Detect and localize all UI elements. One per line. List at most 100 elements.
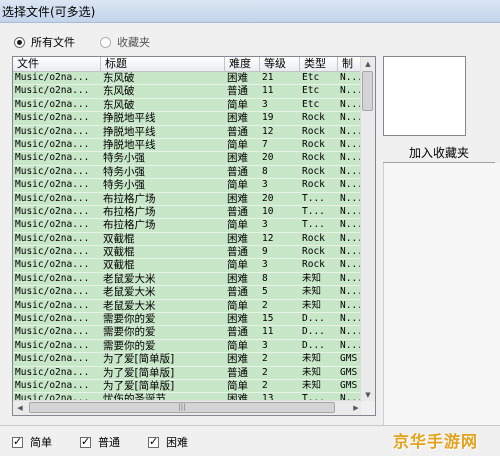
table-cell: Music/o2na...	[15, 286, 90, 298]
table-row[interactable]: Music/o2na... 挣脱地平线 困难 19 Rock N...	[13, 112, 363, 126]
col-header-title[interactable]: 标题	[101, 57, 225, 71]
scroll-down-icon[interactable]: ▼	[361, 388, 375, 402]
table-row[interactable]: Music/o2na... 双截棍 简单 3 Rock N...	[13, 259, 363, 273]
table-cell: T...	[302, 219, 325, 231]
table-row[interactable]: Music/o2na... 挣脱地平线 普通 12 Rock N...	[13, 125, 363, 139]
list-rows: Music/o2na... 东风破 困难 21 Etc N... Music/o2na...…	[13, 72, 363, 402]
table-cell: 简单	[227, 219, 248, 232]
radio-dot[interactable]	[14, 36, 25, 48]
table-cell: Rock	[302, 259, 325, 271]
table-cell: Music/o2na...	[15, 353, 90, 365]
table-row[interactable]: Music/o2na... 为了爱[简单版] 普通 2 未知 GMS	[13, 366, 363, 380]
table-cell: 挣脱地平线	[103, 112, 156, 125]
col-header-file[interactable]: 文件	[13, 57, 101, 71]
table-row[interactable]: Music/o2na... 特务小强 困难 20 Rock N...	[13, 152, 363, 166]
table-cell: Music/o2na...	[15, 299, 90, 311]
table-row[interactable]: Music/o2na... 为了爱[简单版] 简单 2 未知 GMS	[13, 379, 363, 394]
filter-normal[interactable]: 普通	[80, 434, 120, 450]
table-row[interactable]: Music/o2na... 双截棍 普通 9 Rock N...	[13, 246, 363, 260]
table-row[interactable]: Music/o2na... 布拉格广场 普通 10 T... N...	[13, 205, 363, 220]
table-cell: 未知	[302, 353, 322, 365]
table-row[interactable]: Music/o2na... 布拉格广场 简单 3 T... N...	[13, 219, 363, 233]
table-cell: Music/o2na...	[15, 339, 90, 351]
horizontal-scroll-thumb[interactable]: |||	[29, 402, 335, 413]
table-cell: 困难	[227, 112, 248, 125]
table-cell: 未知	[302, 286, 322, 298]
table-cell: Rock	[302, 125, 325, 137]
table-cell: 困难	[227, 353, 248, 366]
radio-favorites[interactable]: 收藏夹	[100, 34, 150, 50]
table-cell: 3	[262, 219, 268, 231]
table-cell: D...	[302, 326, 325, 338]
table-cell: 需要你的爱	[103, 339, 156, 352]
table-row[interactable]: Music/o2na... 需要你的爱 困难 15 D... N...	[13, 313, 363, 327]
checkbox-hard[interactable]	[148, 435, 159, 448]
table-row[interactable]: Music/o2na... 需要你的爱 简单 3 D... N...	[13, 339, 363, 354]
add-to-favorites-button[interactable]: 加入收藏夹	[383, 142, 495, 162]
table-cell: 3	[262, 98, 268, 110]
scroll-up-icon[interactable]: ▲	[361, 57, 375, 71]
table-cell: 3	[262, 339, 268, 351]
table-cell: Rock	[302, 112, 325, 124]
radio-favorites-label: 收藏夹	[117, 36, 150, 49]
filter-easy[interactable]: 简单	[12, 434, 52, 450]
table-cell: 20	[262, 192, 274, 204]
table-cell: 东风破	[103, 98, 135, 111]
file-list[interactable]: 文件 标题 难度 等级 类型 制作 Music/o2na...东风破困难21Et…	[12, 56, 376, 416]
table-row[interactable]: Music/o2na... 东风破 普通 11 Etc N...	[13, 85, 363, 99]
checkbox-easy[interactable]	[12, 435, 23, 448]
table-cell: Music/o2na...	[15, 313, 90, 325]
table-row[interactable]: Music/o2na... 特务小强 简单 3 Rock N...	[13, 179, 363, 193]
table-cell: 2	[262, 353, 268, 365]
table-cell: 困难	[227, 72, 248, 84]
table-cell: 普通	[227, 205, 248, 218]
table-row[interactable]: Music/o2na... 挣脱地平线 简单 7 Rock N...	[13, 138, 363, 153]
table-cell: 普通	[227, 165, 248, 178]
table-row[interactable]: Music/o2na... 东风破 简单 3 Etc N...	[13, 98, 363, 113]
table-cell: 2	[262, 379, 268, 391]
vertical-scroll-thumb[interactable]	[362, 71, 373, 111]
radio-all-files[interactable]: 所有文件	[14, 34, 75, 50]
favorites-list[interactable]	[383, 163, 500, 425]
table-row[interactable]: Music/o2na... 布拉格广场 困难 20 T... N...	[13, 192, 363, 206]
table-row[interactable]: Music/o2na... 老鼠爱大米 简单 2 未知 N...	[13, 299, 363, 314]
table-cell: 简单	[227, 98, 248, 111]
table-row[interactable]: Music/o2na... 特务小强 普通 8 Rock N...	[13, 165, 363, 180]
table-cell: Music/o2na...	[15, 98, 90, 110]
table-row[interactable]: Music/o2na... 为了爱[简单版] 困难 2 未知 GMS	[13, 353, 363, 367]
table-cell: Music/o2na...	[15, 125, 90, 137]
horizontal-scrollbar[interactable]: ◀ ||| ▶	[13, 400, 363, 415]
table-row[interactable]: Music/o2na... 老鼠爱大米 困难 8 未知 N...	[13, 272, 363, 287]
scroll-left-icon[interactable]: ◀	[13, 401, 27, 415]
radio-all-files-label: 所有文件	[31, 36, 75, 49]
table-cell: Music/o2na...	[15, 326, 90, 338]
table-cell: 困难	[227, 232, 248, 245]
table-cell: 普通	[227, 286, 248, 299]
table-cell: 挣脱地平线	[103, 138, 156, 151]
table-cell: 特务小强	[103, 152, 145, 165]
table-cell: 困难	[227, 313, 248, 326]
vertical-scrollbar[interactable]: ▲ ▼	[360, 57, 375, 402]
filter-hard[interactable]: 困难	[148, 434, 188, 450]
table-row[interactable]: Music/o2na... 双截棍 困难 12 Rock N...	[13, 232, 363, 247]
table-cell: 11	[262, 326, 274, 338]
table-cell: 为了爱[简单版]	[103, 366, 175, 379]
table-cell: 普通	[227, 326, 248, 339]
col-header-type[interactable]: 类型	[300, 57, 338, 71]
table-cell: 8	[262, 272, 268, 284]
footer-divider	[0, 425, 500, 426]
checkbox-normal[interactable]	[80, 435, 91, 448]
table-cell: 3	[262, 179, 268, 191]
preview-panel	[383, 56, 466, 136]
col-header-difficulty[interactable]: 难度	[225, 57, 260, 71]
table-cell: 东风破	[103, 72, 135, 84]
table-cell: Music/o2na...	[15, 165, 90, 177]
table-row[interactable]: Music/o2na... 东风破 困难 21 Etc N...	[13, 72, 363, 86]
table-row[interactable]: Music/o2na... 老鼠爱大米 普通 5 未知 N...	[13, 286, 363, 300]
table-cell: 简单	[227, 138, 248, 151]
radio-dot[interactable]	[100, 36, 111, 48]
col-header-level[interactable]: 等级	[260, 57, 300, 71]
table-cell: 2	[262, 299, 268, 311]
table-row[interactable]: Music/o2na... 需要你的爱 普通 11 D... N...	[13, 326, 363, 340]
table-cell: 双截棍	[103, 259, 135, 272]
